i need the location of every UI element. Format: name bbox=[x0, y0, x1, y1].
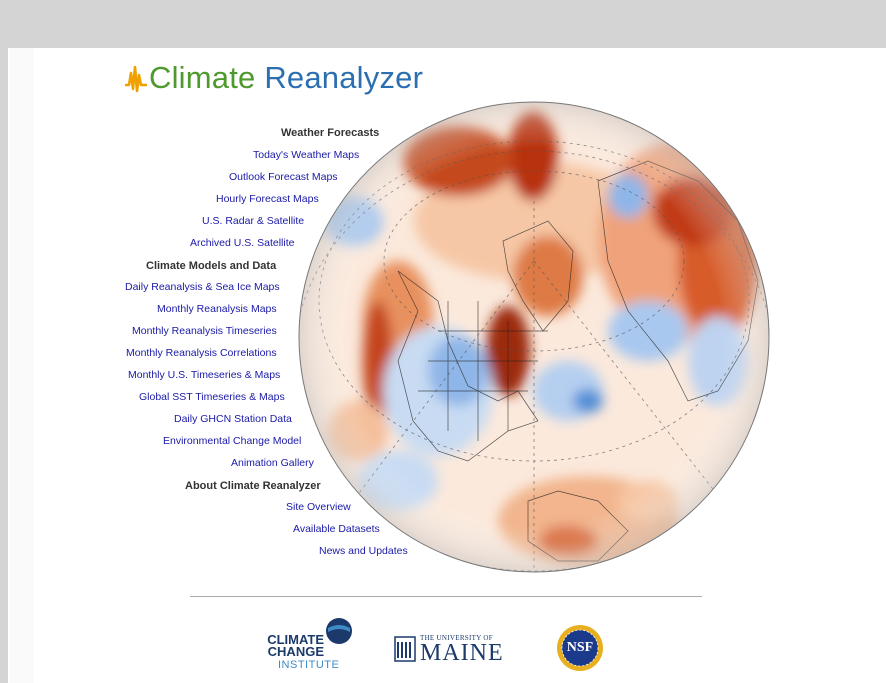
nsf-logo[interactable]: NSF bbox=[556, 624, 604, 672]
us-radar-satellite-link[interactable]: U.S. Radar & Satellite bbox=[202, 215, 304, 227]
outlook-forecast-maps-link[interactable]: Outlook Forecast Maps bbox=[229, 171, 338, 183]
maine-shield-icon bbox=[394, 636, 416, 662]
daily-ghcn-station-link[interactable]: Daily GHCN Station Data bbox=[174, 413, 292, 425]
daily-reanalysis-link[interactable]: Daily Reanalysis & Sea Ice Maps bbox=[125, 281, 280, 293]
monthly-reanalysis-maps-link[interactable]: Monthly Reanalysis Maps bbox=[157, 303, 277, 315]
climate-models-header: Climate Models and Data bbox=[146, 260, 277, 272]
site-logo[interactable]: Climate Reanalyzer bbox=[125, 62, 423, 93]
umaine-logo[interactable]: THE UNIVERSITY OF MAINE bbox=[394, 634, 514, 670]
cci-line2: CHANGE bbox=[267, 644, 324, 659]
monthly-reanalysis-correlations-link[interactable]: Monthly Reanalysis Correlations bbox=[126, 347, 277, 359]
global-sst-timeseries-link[interactable]: Global SST Timeseries & Maps bbox=[139, 391, 285, 403]
logo-word-reanalyzer: Reanalyzer bbox=[264, 60, 424, 95]
cci-line3: INSTITUTE bbox=[278, 659, 340, 671]
globe-map-image[interactable] bbox=[298, 101, 770, 573]
site-title: Climate Reanalyzer bbox=[149, 62, 423, 93]
archived-us-satellite-link[interactable]: Archived U.S. Satellite bbox=[190, 237, 294, 249]
about-header: About Climate Reanalyzer bbox=[185, 480, 321, 492]
todays-weather-maps-link[interactable]: Today's Weather Maps bbox=[253, 149, 359, 161]
available-datasets-link[interactable]: Available Datasets bbox=[293, 523, 380, 535]
hourly-forecast-maps-link[interactable]: Hourly Forecast Maps bbox=[216, 193, 319, 205]
monthly-reanalysis-timeseries-link[interactable]: Monthly Reanalysis Timeseries bbox=[132, 325, 277, 337]
footer-divider bbox=[190, 596, 702, 597]
globe-emblem-icon bbox=[326, 618, 352, 644]
logo-word-climate: Climate bbox=[149, 60, 256, 95]
cci-logo[interactable]: CLIMATE CHANGE INSTITUTE bbox=[254, 616, 354, 671]
animation-gallery-link[interactable]: Animation Gallery bbox=[231, 457, 314, 469]
maine-big-text: MAINE bbox=[420, 640, 504, 666]
climate-wave-icon bbox=[125, 65, 147, 92]
environmental-change-model-link[interactable]: Environmental Change Model bbox=[163, 435, 301, 447]
news-and-updates-link[interactable]: News and Updates bbox=[319, 545, 408, 557]
monthly-us-timeseries-link[interactable]: Monthly U.S. Timeseries & Maps bbox=[128, 369, 280, 381]
left-margin bbox=[10, 48, 34, 683]
weather-forecasts-header: Weather Forecasts bbox=[281, 127, 380, 139]
site-overview-link[interactable]: Site Overview bbox=[286, 501, 351, 513]
nsf-text: NSF bbox=[566, 640, 594, 655]
